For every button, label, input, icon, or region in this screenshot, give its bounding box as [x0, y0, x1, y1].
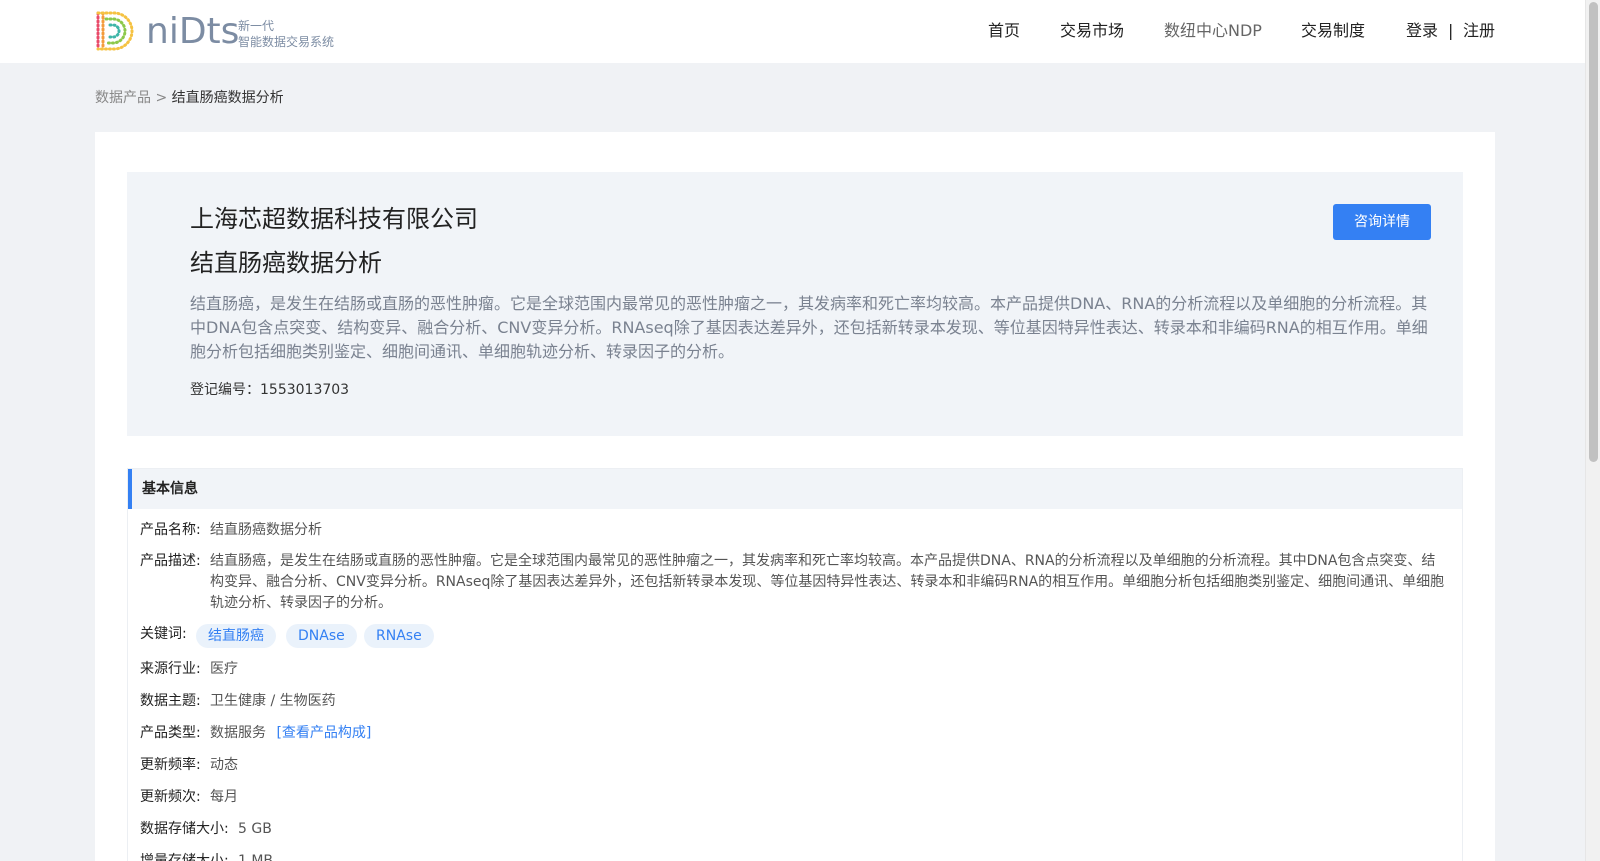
login-link[interactable]: 登录: [1406, 20, 1438, 42]
breadcrumb: 数据产品 > 结直肠癌数据分析: [95, 88, 284, 108]
increment-size-label: 增量存储大小:: [140, 853, 229, 861]
theme-label: 数据主题:: [140, 693, 201, 709]
breadcrumb-separator: >: [151, 90, 172, 106]
nav-home[interactable]: 首页: [988, 20, 1020, 42]
product-card: 上海芯超数据科技有限公司 结直肠癌数据分析 结直肠癌，是发生在结肠或直肠的恶性肿…: [95, 132, 1495, 861]
theme-value: 卫生健康 / 生物医药: [210, 693, 336, 709]
keyword-tag[interactable]: 结直肠癌: [196, 624, 276, 648]
registration-value: 1553013703: [260, 382, 350, 398]
logo-d-icon: [96, 11, 134, 51]
logo-wordmark: niDts: [146, 11, 240, 52]
product-summary-description: 结直肠癌，是发生在结肠或直肠的恶性肿瘤。它是全球范围内最常见的恶性肿瘤之一，其发…: [190, 294, 1428, 361]
keyword-tag[interactable]: RNAse: [364, 624, 434, 648]
breadcrumb-current: 结直肠癌数据分析: [171, 90, 284, 106]
top-navbar: niDts 新一代 智能数据交易系统 首页 交易市场 数纽中心NDP 交易制度 …: [0, 0, 1585, 63]
industry-label: 来源行业:: [140, 661, 201, 677]
type-value: 数据服务 [查看产品构成]: [210, 723, 371, 743]
update-frequency-label: 更新频率:: [140, 757, 201, 773]
keyword-tag[interactable]: DNAse: [286, 624, 357, 648]
storage-size-label: 数据存储大小:: [140, 821, 229, 837]
basic-info-section: 基本信息 产品名称: 结直肠癌数据分析 产品描述: 结直肠癌，是发生在结肠或直肠…: [127, 468, 1463, 861]
logo[interactable]: niDts 新一代 智能数据交易系统: [94, 10, 344, 54]
keyword-tags: 结直肠癌 DNAse RNAse: [196, 624, 596, 648]
nav-ndp[interactable]: 数纽中心NDP: [1164, 20, 1262, 42]
product-name-label: 产品名称:: [140, 522, 201, 538]
logo-tagline-1: 新一代: [238, 19, 275, 33]
product-desc-value: 结直肠癌，是发生在结肠或直肠的恶性肿瘤。它是全球范围内最常见的恶性肿瘤之一，其发…: [210, 553, 1445, 611]
product-name-value: 结直肠癌数据分析: [210, 522, 322, 538]
breadcrumb-parent[interactable]: 数据产品: [95, 90, 151, 106]
product-title: 结直肠癌数据分析: [190, 249, 382, 277]
registration-number: 登记编号：1553013703: [190, 380, 349, 400]
nav-rules[interactable]: 交易制度: [1301, 20, 1365, 42]
update-frequency-value: 动态: [210, 757, 238, 773]
update-times-label: 更新频次:: [140, 789, 201, 805]
type-label: 产品类型:: [140, 725, 201, 741]
company-name: 上海芯超数据科技有限公司: [190, 205, 478, 233]
industry-value: 医疗: [210, 661, 238, 677]
basic-info-title: 基本信息: [142, 481, 198, 497]
nav-market[interactable]: 交易市场: [1060, 20, 1124, 42]
page-scrollbar[interactable]: [1585, 0, 1600, 861]
product-desc-label: 产品描述:: [140, 553, 201, 569]
registration-label: 登记编号：: [190, 382, 260, 398]
register-link[interactable]: 注册: [1463, 20, 1495, 42]
scrollbar-thumb[interactable]: [1589, 2, 1598, 462]
view-composition-link[interactable]: [查看产品构成]: [276, 725, 371, 741]
product-summary: 上海芯超数据科技有限公司 结直肠癌数据分析 结直肠癌，是发生在结肠或直肠的恶性肿…: [127, 172, 1463, 436]
update-times-value: 每月: [210, 789, 238, 805]
nav-separator: |: [1448, 21, 1454, 40]
type-value-text: 数据服务: [210, 725, 266, 741]
keywords-label: 关键词:: [140, 626, 187, 642]
storage-size-value: 5 GB: [238, 821, 272, 837]
logo-tagline-2: 智能数据交易系统: [238, 35, 335, 49]
consult-details-button[interactable]: 咨询详情: [1333, 204, 1431, 240]
increment-size-value: 1 MB: [238, 853, 274, 861]
basic-info-header: 基本信息: [128, 469, 1462, 509]
